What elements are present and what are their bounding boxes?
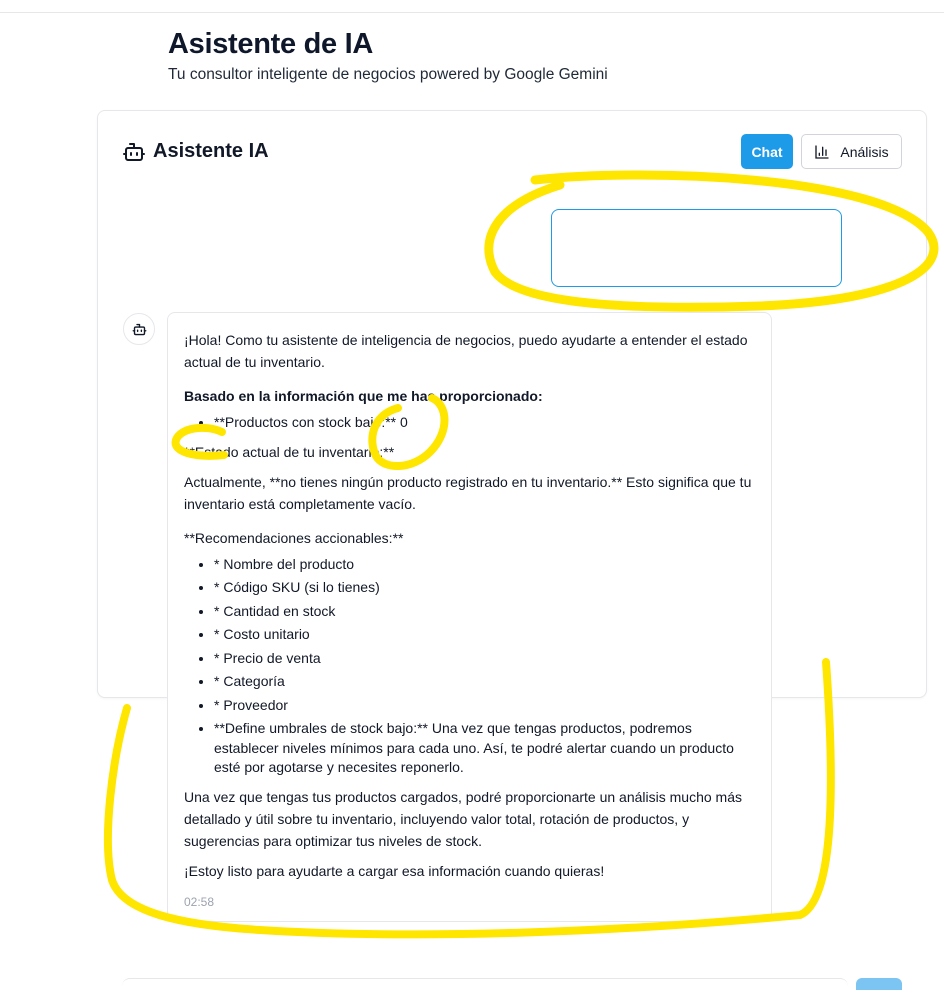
tab-chat[interactable]: Chat: [741, 134, 793, 169]
bot-farewell: ¡Estoy listo para ayudarte a cargar esa …: [184, 862, 605, 879]
card-title: Asistente IA: [153, 140, 269, 162]
list-item: * Proveedor: [214, 696, 755, 716]
bot-based-on: Basado en la información que me has prop…: [184, 388, 543, 404]
list-item: * Cantidad en stock: [214, 602, 755, 622]
list-item: **Productos con stock bajo:** 0: [214, 413, 755, 433]
message-timestamp: 02:58: [184, 895, 215, 909]
page-subtitle: Tu consultor inteligente de negocios pow…: [168, 66, 608, 83]
list-item: * Código SKU (si lo tienes): [214, 578, 755, 598]
robot-icon: [123, 143, 145, 161]
top-divider: [0, 12, 944, 13]
page-title: Asistente de IA: [168, 28, 373, 60]
recommendations-list: * Nombre del producto * Código SKU (si l…: [184, 555, 755, 778]
bot-state-text: Actualmente, **no tienes ningún producto…: [184, 473, 752, 512]
list-item: * Precio de venta: [214, 649, 755, 669]
list-item: **Define umbrales de stock bajo:** Una v…: [214, 719, 755, 778]
message-input[interactable]: [122, 978, 848, 991]
tab-chat-label: Chat: [751, 143, 783, 160]
bot-state-heading: **Estado actual de tu inventario:**: [184, 443, 395, 460]
list-item: * Costo unitario: [214, 625, 755, 645]
send-button[interactable]: [856, 978, 902, 990]
robot-icon: [132, 323, 146, 335]
bot-recommendations-heading: **Recomendaciones accionables:**: [184, 529, 404, 546]
list-item: * Nombre del producto: [214, 555, 755, 575]
bot-intro: ¡Hola! Como tu asistente de inteligencia…: [184, 332, 748, 370]
stock-list: **Productos con stock bajo:** 0: [184, 413, 755, 433]
bar-chart-icon: [815, 144, 830, 159]
bot-message-bubble: ¡Hola! Como tu asistente de inteligencia…: [167, 312, 772, 922]
bot-avatar: [123, 313, 155, 345]
tab-analysis[interactable]: Análisis: [801, 134, 902, 169]
tab-analysis-label: Análisis: [840, 143, 889, 160]
list-item: * Categoría: [214, 672, 755, 692]
bot-closing: Una vez que tengas tus productos cargado…: [184, 788, 742, 849]
user-message-bubble: [551, 209, 842, 287]
